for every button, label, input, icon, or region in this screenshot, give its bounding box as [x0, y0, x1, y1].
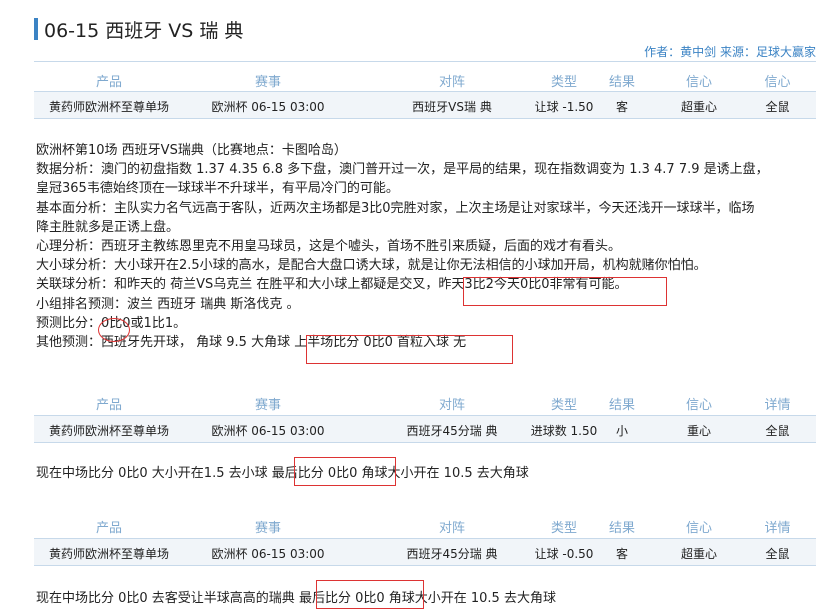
header-confidence: 信心: [685, 75, 712, 90]
header-result: 结果: [608, 398, 635, 413]
analysis-line: 大小球分析：大小球开在2.5小球的高水，是配合大盘口诱大球，就是让你无法相信的小…: [36, 258, 707, 274]
header-product: 产品: [95, 75, 122, 90]
analysis-line: 降主胜就多是正诱上盘。: [36, 219, 180, 235]
analysis-line: 小组排名预测：波兰 西班牙 瑞典 斯洛伐克 。: [36, 296, 300, 312]
table-header: 产品 赛事 对阵 类型 结果 信心 详情: [34, 511, 816, 537]
analysis-line: 数据分析：澳门的初盘指数 1.37 4.35 6.8 多下盘，澳门普开过一次，是…: [36, 162, 769, 178]
halftime-line: 现在中场比分 0比0 去客受让半球高高的瑞典 最后比分 0比0 角球大小开在 1…: [36, 591, 556, 606]
cell-confidence: 超重心: [680, 100, 717, 114]
analysis-line: 皇冠365韦德始终顶在一球球半不升球半，有平局冷门的可能。: [36, 181, 399, 197]
cell-product: 黄药师欧洲杯至尊单场: [48, 100, 169, 114]
cell-details[interactable]: 全鼠: [739, 422, 816, 439]
header-product: 产品: [95, 521, 122, 536]
header-result: 结果: [608, 75, 635, 90]
title-accent-bar: [34, 18, 38, 40]
cell-confidence: 重心: [686, 424, 711, 438]
cell-result: 客: [615, 100, 628, 114]
cell-result: 小: [615, 424, 628, 438]
table-row[interactable]: 黄药师欧洲杯至尊单场 欧洲杯 06-15 03:00 西班牙45分瑞 典 让球 …: [34, 538, 816, 566]
cell-confidence: 超重心: [680, 547, 717, 561]
table-row[interactable]: 黄药师欧洲杯至尊单场 欧洲杯 06-15 03:00 西班牙45分瑞 典 进球数…: [34, 415, 816, 443]
analysis-line: 其他预测：西班牙先开球， 角球 9.5 大角球 上半场比分 0比0 首粒入球 无: [36, 334, 467, 350]
analysis-line: 关联球分析：和昨天的 荷兰VS乌克兰 在胜平和大小球上都疑是交叉，昨天3比2今天…: [36, 277, 628, 293]
page-title: 06-15 西班牙 VS 瑞 典: [44, 20, 244, 42]
header-details: 详情: [764, 521, 791, 536]
cell-product: 黄药师欧洲杯至尊单场: [48, 424, 169, 438]
header-confidence: 信心: [685, 521, 712, 536]
table-row[interactable]: 黄药师欧洲杯至尊单场 欧洲杯 06-15 03:00 西班牙VS瑞 典 让球 -…: [34, 91, 816, 119]
cell-result: 客: [615, 547, 628, 561]
header-event: 赛事: [254, 521, 281, 536]
cell-event: 欧洲杯 06-15 03:00: [211, 100, 325, 114]
header-details: 详情: [764, 398, 791, 413]
divider: [34, 61, 816, 62]
halftime-line: 现在中场比分 0比0 大小开在1.5 去小球 最后比分 0比0 角球大小开在 1…: [36, 466, 529, 481]
header-result: 结果: [608, 521, 635, 536]
cell-event: 欧洲杯 06-15 03:00: [211, 547, 325, 561]
analysis-line: 预测比分：0比0或1比1。: [36, 315, 187, 331]
header-event: 赛事: [254, 398, 281, 413]
cell-event: 欧洲杯 06-15 03:00: [211, 424, 325, 438]
table-header: 产品 赛事 对阵 类型 结果 信心 详情: [34, 388, 816, 414]
cell-product: 黄药师欧洲杯至尊单场: [48, 547, 169, 561]
header-product: 产品: [95, 398, 122, 413]
header-details: 信心: [764, 75, 791, 90]
table-header: 产品 赛事 对阵 类型 结果 信心 信心: [34, 65, 816, 91]
page-title-bar: 06-15 西班牙 VS 瑞 典: [34, 16, 824, 46]
analysis-line: 基本面分析：主队实力名气远高于客队，近两次主场都是3比0完胜对家，上次主场是让对…: [36, 200, 755, 216]
cell-details[interactable]: 全鼠: [739, 98, 816, 115]
analysis-line: 欧洲杯第10场 西班牙VS瑞典（比赛地点：卡图哈岛）: [36, 143, 347, 158]
author-source-link[interactable]: 作者：黄中剑 来源：足球大赢家: [644, 43, 816, 60]
header-confidence: 信心: [685, 398, 712, 413]
analysis-text: 欧洲杯第10场 西班牙VS瑞典（比赛地点：卡图哈岛） 数据分析：澳门的初盘指数 …: [36, 141, 816, 352]
cell-details[interactable]: 全鼠: [739, 545, 816, 562]
header-event: 赛事: [254, 75, 281, 90]
analysis-line: 心理分析：西班牙主教练恩里克不用皇马球员，这是个嘘头，首场不胜引来质疑，后面的戏…: [36, 238, 622, 254]
